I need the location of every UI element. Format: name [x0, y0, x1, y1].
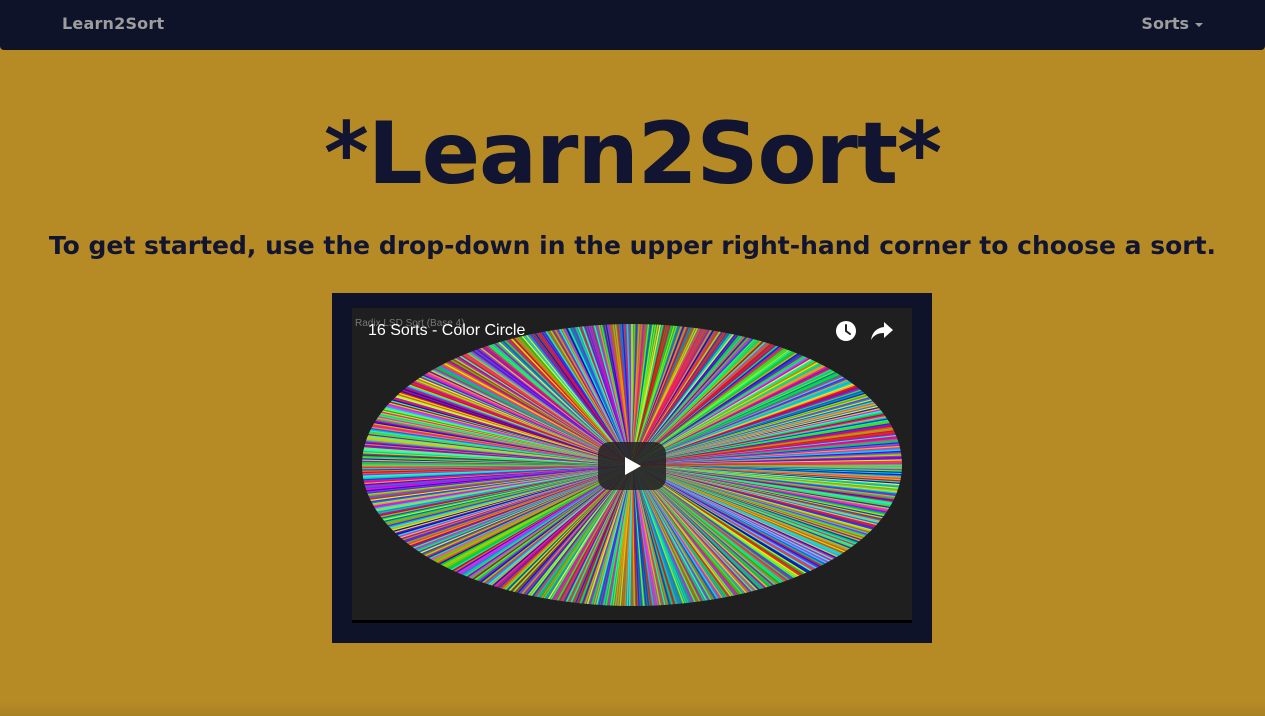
caret-down-icon: [1195, 22, 1203, 27]
page-title: *Learn2Sort*: [323, 104, 942, 204]
top-navbar: Learn2Sort Sorts: [0, 0, 1265, 50]
page-subtitle: To get started, use the drop-down in the…: [48, 231, 1217, 260]
brand-link[interactable]: Learn2Sort: [62, 14, 164, 33]
page-bottom-edge: [0, 702, 1265, 716]
youtube-embed[interactable]: Radix LSD Sort (Base 4) 16 Sorts - Color…: [352, 308, 912, 623]
play-button[interactable]: [598, 442, 666, 490]
sorts-dropdown[interactable]: Sorts: [1141, 14, 1203, 33]
sorts-dropdown-label: Sorts: [1141, 14, 1189, 33]
play-icon: [625, 457, 641, 475]
video-container: Radix LSD Sort (Base 4) 16 Sorts - Color…: [332, 293, 932, 643]
watch-later-icon[interactable]: [835, 320, 857, 342]
share-icon[interactable]: [870, 320, 894, 342]
video-title[interactable]: 16 Sorts - Color Circle: [368, 322, 525, 340]
